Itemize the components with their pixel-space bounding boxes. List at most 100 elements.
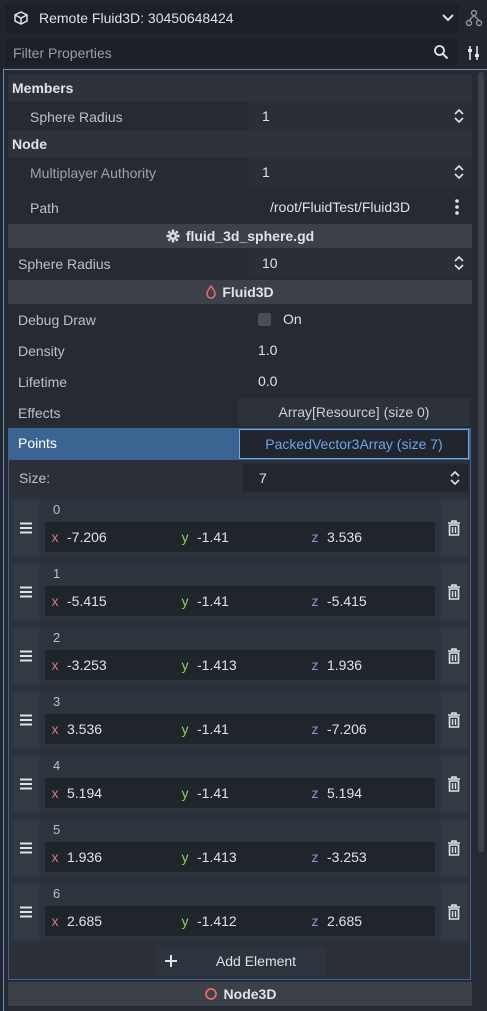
vector-y-input[interactable]: y -1.41 xyxy=(175,586,305,616)
spin-arrows-icon[interactable] xyxy=(454,255,464,271)
trash-icon[interactable] xyxy=(441,692,467,748)
sphere-radius-spinbox[interactable]: 1 xyxy=(248,102,472,130)
vector-z-input[interactable]: z -5.415 xyxy=(305,586,435,616)
drag-handle-icon[interactable] xyxy=(13,628,39,684)
element-index: 3 xyxy=(53,694,61,709)
scrollbar[interactable] xyxy=(478,72,484,852)
element-index: 0 xyxy=(53,502,61,517)
node-tree-icon[interactable] xyxy=(463,6,485,30)
kebab-menu-icon[interactable] xyxy=(454,199,464,215)
debug-draw-checkbox[interactable]: On xyxy=(248,305,472,333)
lifetime-field[interactable]: 0.0 xyxy=(248,367,472,395)
filter-bar xyxy=(0,36,487,69)
section-node[interactable]: Node xyxy=(8,130,472,158)
property-lifetime: Lifetime 0.0 xyxy=(8,366,472,397)
checkbox-icon[interactable] xyxy=(258,312,271,326)
spin-arrows-icon[interactable] xyxy=(450,470,460,486)
array-element-row: 0 x -7.206 y -1.41 z 3.536 xyxy=(11,498,470,558)
property-label: Path xyxy=(30,199,59,216)
path-field[interactable]: /root/FluidTest/Fluid3D xyxy=(248,193,472,221)
axis-x-label: x xyxy=(51,593,59,609)
section-members[interactable]: Members xyxy=(8,74,472,102)
trash-icon[interactable] xyxy=(441,628,467,684)
trash-icon[interactable] xyxy=(441,564,467,620)
vector3-field: x 1.936 y -1.413 z -3.253 xyxy=(45,842,435,872)
array-element-row: 3 x 3.536 y -1.41 z -7.206 xyxy=(11,690,470,750)
spin-arrows-icon[interactable] xyxy=(454,164,464,180)
trash-icon[interactable] xyxy=(441,820,467,876)
property-points[interactable]: Points PackedVector3Array (size 7) xyxy=(8,428,471,460)
drag-handle-icon[interactable] xyxy=(13,884,39,940)
drag-handle-icon[interactable] xyxy=(13,692,39,748)
trash-icon[interactable] xyxy=(441,756,467,812)
vector-x-input[interactable]: x 1.936 xyxy=(45,842,175,872)
vector-y-input[interactable]: y -1.413 xyxy=(175,842,305,872)
vector-x-input[interactable]: x -7.206 xyxy=(45,522,175,552)
property-value: On xyxy=(283,311,302,327)
vector3-field: x -5.415 y -1.41 z -5.415 xyxy=(45,586,435,616)
array-element-row: 2 x -3.253 y -1.413 z 1.936 xyxy=(11,626,470,686)
vector-x-input[interactable]: x 2.685 xyxy=(45,906,175,936)
vector-z-input[interactable]: z 1.936 xyxy=(305,650,435,680)
element-index: 4 xyxy=(53,758,61,773)
vector-y-input[interactable]: y -1.413 xyxy=(175,650,305,680)
component-value: -3.253 xyxy=(67,657,107,673)
trash-icon[interactable] xyxy=(441,500,467,556)
size-value: 7 xyxy=(259,470,267,486)
category-label: Fluid3D xyxy=(222,284,274,300)
add-element-button[interactable]: Add Element xyxy=(156,946,326,976)
vector-y-input[interactable]: y -1.41 xyxy=(175,714,305,744)
axis-x-label: x xyxy=(51,849,59,865)
vector-x-input[interactable]: x -5.415 xyxy=(45,586,175,616)
vector-x-input[interactable]: x 3.536 xyxy=(45,714,175,744)
effects-array-button[interactable]: Array[Resource] (size 0) xyxy=(238,398,470,426)
property-sphere-radius-script: Sphere Radius 10 xyxy=(8,248,472,279)
spin-arrows-icon[interactable] xyxy=(454,108,464,124)
vector-y-input[interactable]: y -1.41 xyxy=(175,522,305,552)
filter-options-icon[interactable] xyxy=(463,42,485,64)
density-field[interactable]: 1.0 xyxy=(248,336,472,364)
property-label: Sphere Radius xyxy=(18,255,111,272)
component-value: 2.685 xyxy=(327,913,363,929)
drag-handle-icon[interactable] xyxy=(13,564,39,620)
axis-y-label: y xyxy=(181,529,189,545)
vector-y-input[interactable]: y -1.412 xyxy=(175,906,305,936)
size-spinbox[interactable]: 7 xyxy=(243,464,468,492)
property-value: 10 xyxy=(262,255,278,271)
drag-handle-icon[interactable] xyxy=(13,500,39,556)
vector-z-input[interactable]: z 5.194 xyxy=(305,778,435,808)
component-value: 5.194 xyxy=(67,785,103,801)
category-label: fluid_3d_sphere.gd xyxy=(185,228,315,244)
axis-x-label: x xyxy=(51,785,59,801)
category-label: Node3D xyxy=(223,986,277,1002)
category-script: fluid_3d_sphere.gd xyxy=(8,224,472,248)
component-value: -1.41 xyxy=(197,529,229,545)
multiplayer-authority-spinbox[interactable]: 1 xyxy=(248,158,472,186)
property-value: 0.0 xyxy=(258,373,278,389)
property-value: 1 xyxy=(262,164,270,180)
component-value: 3.536 xyxy=(327,529,363,545)
vector-z-input[interactable]: z 2.685 xyxy=(305,906,435,936)
component-value: -7.206 xyxy=(327,721,367,737)
vector-y-input[interactable]: y -1.41 xyxy=(175,778,305,808)
drag-handle-icon[interactable] xyxy=(13,820,39,876)
array-element-row: 5 x 1.936 y -1.413 z -3.253 xyxy=(11,818,470,878)
object-selector[interactable]: Remote Fluid3D: 30450648424 xyxy=(5,3,459,33)
chevron-down-icon[interactable] xyxy=(437,14,459,22)
sphere-radius-script-spinbox[interactable]: 10 xyxy=(248,249,472,277)
property-debug-draw: Debug Draw On xyxy=(8,304,472,335)
drag-handle-icon[interactable] xyxy=(13,756,39,812)
gear-icon xyxy=(166,229,180,243)
vector-z-input[interactable]: z -7.206 xyxy=(305,714,435,744)
property-label: Multiplayer Authority xyxy=(30,164,157,181)
component-value: -1.41 xyxy=(197,721,229,737)
points-array-button[interactable]: PackedVector3Array (size 7) xyxy=(239,429,469,459)
vector-x-input[interactable]: x 5.194 xyxy=(45,778,175,808)
vector-z-input[interactable]: z 3.536 xyxy=(305,522,435,552)
axis-x-label: x xyxy=(51,913,59,929)
filter-properties-input[interactable] xyxy=(5,38,457,67)
component-value: -1.413 xyxy=(197,849,237,865)
trash-icon[interactable] xyxy=(441,884,467,940)
vector-z-input[interactable]: z -3.253 xyxy=(305,842,435,872)
vector-x-input[interactable]: x -3.253 xyxy=(45,650,175,680)
